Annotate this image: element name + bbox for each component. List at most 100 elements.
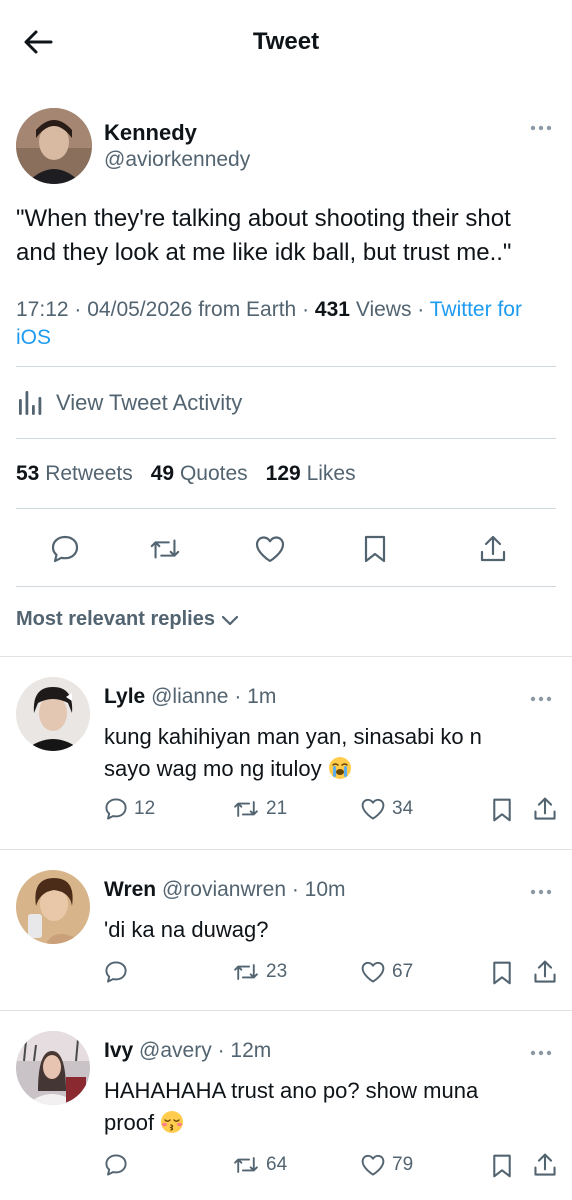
reply-author-handle[interactable]: @lianne xyxy=(151,685,228,708)
like-count: 67 xyxy=(392,961,414,982)
reply-text: HAHAHAHA trust ano po? show muna proof xyxy=(104,1075,552,1139)
like-count: 79 xyxy=(392,1154,414,1175)
reply-more-button[interactable] xyxy=(526,689,556,709)
retweet-icon xyxy=(234,1157,258,1173)
heart-icon xyxy=(361,961,385,983)
meta-separator: · xyxy=(302,298,310,321)
top-bar: Tweet xyxy=(0,0,572,84)
reply-text-line: kung kahihiyan man yan, sinasabi ko n xyxy=(104,724,482,749)
reply-share-button[interactable] xyxy=(532,795,558,823)
retweet-count: 21 xyxy=(266,798,288,819)
bookmark-icon xyxy=(493,1154,511,1178)
quotes-stat[interactable]: 49 Quotes xyxy=(151,462,248,486)
divider xyxy=(16,508,556,509)
comment-icon xyxy=(51,535,79,563)
reply-reply-button[interactable] xyxy=(104,960,134,984)
reply-bookmark-button[interactable] xyxy=(490,1153,514,1179)
reply-action-bar: 23 67 xyxy=(0,960,572,990)
author-handle[interactable]: @aviorkennedy xyxy=(104,148,250,172)
reply-text-line: proof xyxy=(104,1110,155,1135)
divider xyxy=(16,366,556,367)
replies-sort-dropdown[interactable]: Most relevant replies xyxy=(16,608,239,631)
bookmark-icon xyxy=(364,535,386,563)
reply-avatar[interactable] xyxy=(16,1031,90,1105)
more-options-button[interactable] xyxy=(526,118,556,138)
tweet-time: 17:12 xyxy=(16,298,69,321)
meta-separator: · xyxy=(74,298,82,321)
reply-retweet-button[interactable]: 23 xyxy=(232,960,287,984)
reply-author-handle[interactable]: @avery xyxy=(139,1039,212,1062)
comment-icon xyxy=(105,1154,127,1176)
reply-reply-button[interactable]: 12 xyxy=(104,797,155,821)
quotes-count: 49 xyxy=(150,462,175,485)
more-dots-icon xyxy=(530,696,552,702)
reply-time: · 12m xyxy=(217,1039,272,1062)
reply-text: 'di ka na duwag? xyxy=(104,914,552,946)
more-dots-icon xyxy=(530,125,552,131)
reply-like-button[interactable]: 79 xyxy=(360,1153,413,1177)
bookmark-button[interactable] xyxy=(358,532,392,566)
reply-bookmark-button[interactable] xyxy=(490,960,514,986)
reply-item[interactable]: Wren @rovianwren · 10m 'di ka na duwag? … xyxy=(0,850,572,1010)
reply-retweet-button[interactable]: 21 xyxy=(232,797,287,821)
reply-avatar[interactable] xyxy=(16,677,90,751)
reply-author-name[interactable]: Lyle xyxy=(104,685,145,708)
view-activity-button[interactable]: View Tweet Activity xyxy=(16,370,556,436)
reply-item[interactable]: Lyle @lianne · 1m kung kahihiyan man yan… xyxy=(0,657,572,849)
author-avatar[interactable] xyxy=(16,108,92,184)
reply-time: · 1m xyxy=(234,685,277,708)
client-link[interactable]: Twitter for xyxy=(430,298,522,321)
reply-bookmark-button[interactable] xyxy=(490,797,514,823)
reply-text: kung kahihiyan man yan, sinasabi ko n sa… xyxy=(104,721,552,785)
page-title: Tweet xyxy=(252,28,320,55)
reply-author-name[interactable]: Ivy xyxy=(104,1039,133,1062)
retweet-count: 23 xyxy=(266,961,288,982)
reply-button[interactable] xyxy=(48,532,82,566)
share-button[interactable] xyxy=(476,532,510,566)
reply-author-handle[interactable]: @rovianwren xyxy=(162,878,286,901)
views-count: 431 xyxy=(314,298,350,321)
reply-more-button[interactable] xyxy=(526,882,556,902)
replies-sort-label: Most relevant replies xyxy=(16,608,215,630)
reply-action-bar: 64 79 xyxy=(0,1153,572,1183)
more-dots-icon xyxy=(530,889,552,895)
tweet-author: Kennedy @aviorkennedy xyxy=(16,108,556,184)
tweet-stats: 53 Retweets 49 Quotes 129 Likes xyxy=(16,440,556,508)
reply-avatar[interactable] xyxy=(16,870,90,944)
reply-reply-button[interactable] xyxy=(104,1153,134,1177)
reply-more-button[interactable] xyxy=(526,1043,556,1063)
tweet-text: "When they're talking about shooting the… xyxy=(16,205,512,266)
tweet-meta: 17:12 · 04/05/2026 from Earth · 431 View… xyxy=(16,296,556,352)
retweet-button[interactable] xyxy=(148,532,182,566)
bookmark-icon xyxy=(493,798,511,822)
bar-chart-icon xyxy=(19,391,42,415)
reply-action-bar: 12 21 34 xyxy=(0,797,572,827)
heart-icon xyxy=(361,1154,385,1176)
reply-item[interactable]: Ivy @avery · 12m HAHAHAHA trust ano po? … xyxy=(0,1011,572,1200)
reply-retweet-button[interactable]: 64 xyxy=(232,1153,287,1177)
client-link-cont[interactable]: iOS xyxy=(16,326,51,349)
retweet-icon xyxy=(234,801,258,817)
reply-time: · 10m xyxy=(291,878,346,901)
like-button[interactable] xyxy=(253,532,287,566)
likes-stat[interactable]: 129 Likes xyxy=(266,462,356,486)
retweets-count: 53 xyxy=(16,462,40,485)
retweets-label: Retweets xyxy=(45,462,133,485)
quotes-label: Quotes xyxy=(179,462,248,485)
divider xyxy=(16,438,556,439)
divider xyxy=(16,586,556,587)
retweets-stat[interactable]: 53 Retweets xyxy=(16,462,133,486)
tweet-action-bar xyxy=(0,512,572,584)
reply-text-line: sayo wag mo ng ituloy xyxy=(104,756,322,781)
author-name[interactable]: Kennedy xyxy=(104,120,197,146)
reply-text-line: 'di ka na duwag? xyxy=(104,917,269,942)
likes-label: Likes xyxy=(306,462,356,485)
reply-like-button[interactable]: 34 xyxy=(360,797,413,821)
reply-like-button[interactable]: 67 xyxy=(360,960,413,984)
comment-icon xyxy=(105,961,127,983)
reply-share-button[interactable] xyxy=(532,958,558,986)
reply-share-button[interactable] xyxy=(532,1151,558,1179)
reply-author-name[interactable]: Wren xyxy=(104,878,156,901)
share-icon xyxy=(534,960,556,983)
share-icon xyxy=(534,1153,556,1176)
